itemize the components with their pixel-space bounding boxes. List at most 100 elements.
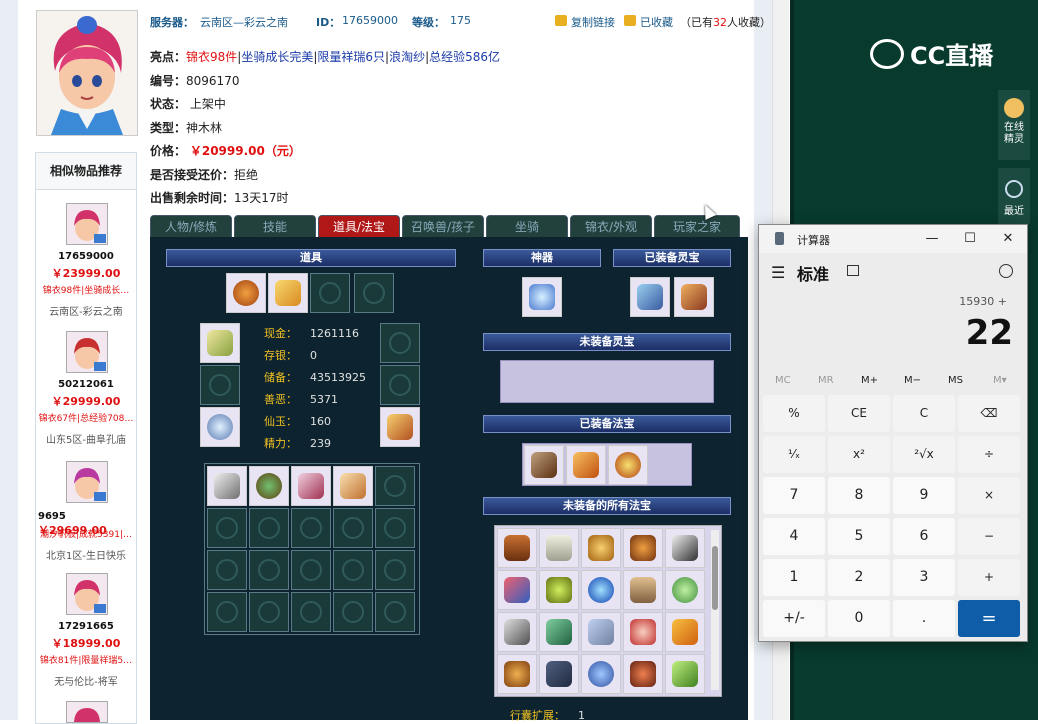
- fabao-slot[interactable]: [608, 445, 648, 485]
- spirit-slot[interactable]: [674, 277, 714, 317]
- digit-4-button[interactable]: 4: [763, 518, 825, 555]
- fabao-slot[interactable]: [665, 612, 705, 652]
- similar-item-avatar[interactable]: [66, 573, 108, 615]
- fabao-slot[interactable]: [581, 612, 621, 652]
- fabao-slot[interactable]: [539, 528, 579, 568]
- calculator-titlebar[interactable]: 计算器 — ☐ ✕: [759, 225, 1027, 253]
- similar-item-avatar[interactable]: [66, 203, 108, 245]
- similar-item-avatar[interactable]: [66, 331, 108, 373]
- tab-mounts[interactable]: 坐骑: [486, 215, 568, 239]
- similar-item-avatar[interactable]: [66, 461, 108, 503]
- bag-slot[interactable]: [333, 466, 373, 506]
- clear-entry-button[interactable]: CE: [828, 395, 890, 432]
- fabao-slot[interactable]: [581, 570, 621, 610]
- decimal-button[interactable]: .: [893, 600, 955, 637]
- bag-slot-empty[interactable]: [207, 592, 247, 632]
- clear-button[interactable]: C: [893, 395, 955, 432]
- negate-button[interactable]: +/-: [763, 600, 825, 637]
- bag-slot-empty[interactable]: [207, 508, 247, 548]
- digit-2-button[interactable]: 2: [828, 559, 890, 596]
- fabao-scrollbar[interactable]: [711, 530, 719, 690]
- hamburger-menu-icon[interactable]: ☰: [771, 263, 785, 282]
- digit-5-button[interactable]: 5: [828, 518, 890, 555]
- equip-slot[interactable]: [200, 323, 240, 363]
- bag-slot[interactable]: [291, 466, 331, 506]
- tab-skills[interactable]: 技能: [234, 215, 316, 239]
- percent-button[interactable]: %: [763, 395, 825, 432]
- fabao-slot[interactable]: [497, 570, 537, 610]
- tab-home[interactable]: 玩家之家: [654, 215, 740, 239]
- memory-list-button[interactable]: M▾: [993, 375, 1007, 386]
- fabao-slot[interactable]: [539, 612, 579, 652]
- equip-slot-empty[interactable]: [380, 365, 420, 405]
- bag-slot-empty[interactable]: [375, 466, 415, 506]
- digit-3-button[interactable]: 3: [893, 559, 955, 596]
- bag-slot-empty[interactable]: [333, 508, 373, 548]
- digit-9-button[interactable]: 9: [893, 477, 955, 514]
- fabao-slot[interactable]: [539, 570, 579, 610]
- fabao-slot[interactable]: [539, 654, 579, 694]
- digit-8-button[interactable]: 8: [828, 477, 890, 514]
- keep-on-top-icon[interactable]: [847, 265, 859, 276]
- digit-7-button[interactable]: 7: [763, 477, 825, 514]
- reciprocal-button[interactable]: ¹⁄ₓ: [763, 436, 825, 473]
- memory-clear-button[interactable]: MC: [775, 375, 791, 386]
- copy-link-button[interactable]: 复制链接: [571, 14, 615, 30]
- fabao-slot[interactable]: [623, 528, 663, 568]
- bag-slot-empty[interactable]: [333, 550, 373, 590]
- tab-character[interactable]: 人物/修炼: [150, 215, 232, 239]
- memory-store-button[interactable]: MS: [948, 375, 963, 386]
- bag-slot-empty[interactable]: [249, 550, 289, 590]
- bag-slot-empty[interactable]: [207, 550, 247, 590]
- minimize-button[interactable]: —: [917, 229, 947, 249]
- bag-slot-empty[interactable]: [333, 592, 373, 632]
- digit-6-button[interactable]: 6: [893, 518, 955, 555]
- equip-slot[interactable]: [226, 273, 266, 313]
- equip-slot-empty[interactable]: [310, 273, 350, 313]
- equals-button[interactable]: =: [958, 600, 1020, 637]
- tab-outfits[interactable]: 锦衣/外观: [570, 215, 652, 239]
- bag-slot-empty[interactable]: [291, 550, 331, 590]
- online-spirit-button[interactable]: 在线精灵: [998, 90, 1030, 160]
- equip-slot-empty[interactable]: [200, 365, 240, 405]
- fabao-slot[interactable]: [665, 654, 705, 694]
- bag-slot-empty[interactable]: [249, 508, 289, 548]
- bag-slot[interactable]: [249, 466, 289, 506]
- fabao-slot[interactable]: [623, 654, 663, 694]
- fabao-slot[interactable]: [497, 528, 537, 568]
- tab-items[interactable]: 道具/法宝: [318, 215, 400, 239]
- bag-slot-empty[interactable]: [291, 592, 331, 632]
- fabao-slot[interactable]: [566, 445, 606, 485]
- bag-slot-empty[interactable]: [249, 592, 289, 632]
- equip-slot[interactable]: [268, 273, 308, 313]
- fabao-slot[interactable]: [581, 654, 621, 694]
- fabao-slot[interactable]: [497, 654, 537, 694]
- digit-1-button[interactable]: 1: [763, 559, 825, 596]
- fabao-slot[interactable]: [623, 612, 663, 652]
- bag-slot-empty[interactable]: [375, 508, 415, 548]
- digit-0-button[interactable]: 0: [828, 600, 890, 637]
- memory-recall-button[interactable]: MR: [818, 375, 834, 386]
- fabao-slot[interactable]: [581, 528, 621, 568]
- fabao-slot[interactable]: [665, 528, 705, 568]
- history-icon[interactable]: [999, 264, 1013, 278]
- collected-button[interactable]: 已收藏: [640, 14, 673, 30]
- equip-slot-empty[interactable]: [354, 273, 394, 313]
- divide-button[interactable]: ÷: [958, 436, 1020, 473]
- maximize-button[interactable]: ☐: [955, 229, 985, 249]
- fabao-slot[interactable]: [623, 570, 663, 610]
- close-button[interactable]: ✕: [993, 229, 1023, 249]
- memory-subtract-button[interactable]: M−: [904, 375, 921, 386]
- spirit-slot[interactable]: [630, 277, 670, 317]
- subtract-button[interactable]: −: [958, 518, 1020, 555]
- equip-slot-empty[interactable]: [380, 323, 420, 363]
- fabao-scroll-thumb[interactable]: [712, 546, 718, 610]
- square-button[interactable]: x²: [828, 436, 890, 473]
- square-root-button[interactable]: ²√x: [893, 436, 955, 473]
- bag-slot-empty[interactable]: [375, 550, 415, 590]
- bag-slot[interactable]: [207, 466, 247, 506]
- equip-slot[interactable]: [200, 407, 240, 447]
- bag-slot-empty[interactable]: [291, 508, 331, 548]
- memory-add-button[interactable]: M+: [861, 375, 878, 386]
- fabao-slot[interactable]: [665, 570, 705, 610]
